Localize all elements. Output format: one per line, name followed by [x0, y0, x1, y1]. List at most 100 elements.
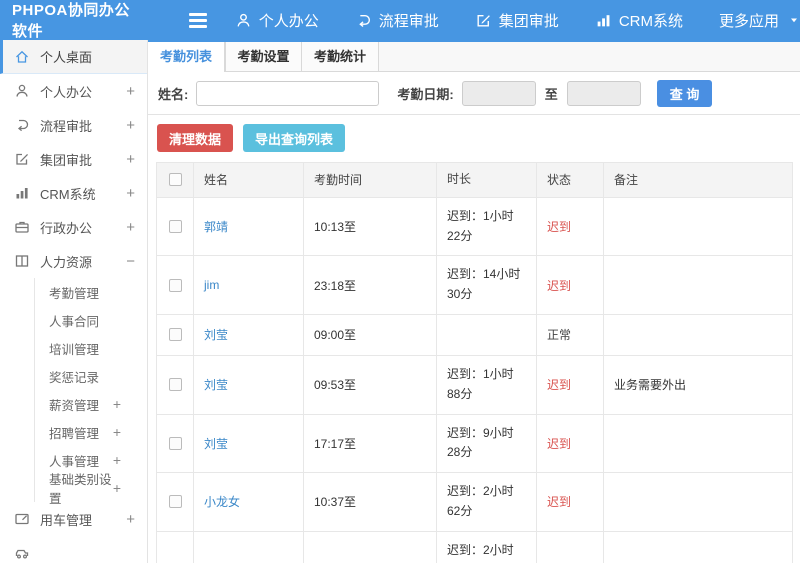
table-row: 刘莹 09:53至 迟到：1小时88分 迟到 业务需要外出 — [157, 355, 793, 415]
topnav-label: 更多应用 — [718, 12, 779, 30]
status-badge: 迟到 — [537, 473, 604, 531]
table-header: 姓名 考勤时间 时长 状态 备注 — [157, 163, 793, 198]
sidebar-item-base-category-settings[interactable]: 基础类别设置 + — [35, 473, 147, 506]
expand-plus-icon[interactable]: + — [113, 452, 121, 468]
duration-cell: 迟到：14小时30分 — [437, 256, 537, 314]
topnav-crm-system[interactable]: CRM系统 — [595, 10, 683, 31]
attendance-date-label: 考勤日期: — [397, 86, 454, 102]
employee-name-link[interactable]: 刘莹 — [204, 326, 228, 343]
tab-attendance-statistics[interactable]: 考勤统计 — [302, 42, 379, 71]
expand-plus-icon[interactable]: + — [126, 151, 135, 168]
tab-attendance-list[interactable]: 考勤列表 — [148, 42, 225, 72]
remark-cell: 业务需要外出 — [604, 355, 793, 414]
export-list-button[interactable]: 导出查询列表 — [243, 124, 346, 152]
expand-plus-icon[interactable]: + — [113, 424, 121, 440]
sidebar-item-personal-desktop[interactable]: 个人桌面 — [0, 40, 147, 74]
sidebar-item-attendance-management[interactable]: 考勤管理 — [35, 278, 147, 306]
briefcase-icon — [14, 219, 31, 235]
person-icon — [235, 12, 252, 29]
chart-icon — [14, 185, 31, 201]
status-badge: 迟到 — [537, 355, 604, 414]
tab-strip: 考勤列表 考勤设置 考勤统计 — [148, 40, 800, 72]
sidebar-item-group-approval[interactable]: 集团审批 + — [0, 142, 147, 176]
sidebar-item-label: 行政办公 — [40, 220, 93, 236]
employee-name-link[interactable]: 小龙女 — [204, 493, 240, 510]
expand-plus-icon[interactable]: + — [113, 480, 121, 496]
topnav-more-apps[interactable]: 更多应用 — [719, 10, 800, 31]
status-badge: 迟到 — [537, 414, 604, 473]
sidebar-item-workflow-approval[interactable]: 流程审批 + — [0, 108, 147, 142]
collapse-minus-icon[interactable]: − — [126, 253, 135, 270]
remark-cell — [604, 197, 793, 256]
car-icon — [14, 545, 31, 561]
sub-item-label: 奖惩记录 — [49, 370, 100, 385]
action-bar: 清理数据 导出查询列表 — [148, 115, 800, 162]
row-checkbox[interactable] — [168, 495, 182, 509]
topnav-label: 流程审批 — [378, 12, 439, 30]
sidebar-item-reward-punishment-records[interactable]: 奖惩记录 — [35, 362, 147, 390]
employee-name-link[interactable]: jim — [204, 278, 219, 292]
sidebar-item-official-document-management[interactable]: 用车管理 + — [0, 502, 147, 536]
row-checkbox[interactable] — [168, 220, 182, 234]
hamburger-icon[interactable] — [188, 12, 207, 28]
top-nav: 个人办公 流程审批 集团审批 CRM系统 更多应用 — [235, 10, 800, 31]
status-badge: 迟到 — [537, 197, 604, 256]
sidebar-item-hr-contracts[interactable]: 人事合同 — [35, 306, 147, 334]
duration-cell: 迟到：1小时88分 — [437, 355, 537, 414]
topnav-label: CRM系统 — [618, 12, 683, 30]
duration-cell: 迟到：9小时28分 — [437, 414, 537, 473]
expand-plus-icon[interactable]: + — [113, 396, 121, 412]
date-to-label: 至 — [544, 86, 558, 102]
sidebar-item-recruitment-management[interactable]: 招聘管理 + — [35, 418, 147, 446]
remark-cell — [604, 414, 793, 473]
clear-data-button[interactable]: 清理数据 — [157, 124, 234, 152]
employee-name-link[interactable]: 刘莹 — [204, 435, 228, 452]
expand-plus-icon[interactable]: + — [126, 117, 135, 134]
select-all-checkbox[interactable] — [168, 173, 182, 187]
row-checkbox[interactable] — [168, 436, 182, 450]
attendance-time: 09:00至 — [304, 314, 437, 355]
name-input[interactable] — [196, 80, 380, 106]
sidebar-item-label: 集团审批 — [40, 152, 93, 168]
tab-attendance-settings[interactable]: 考勤设置 — [225, 42, 302, 71]
expand-plus-icon[interactable]: + — [126, 83, 135, 100]
employee-name-link[interactable]: 郭靖 — [204, 218, 228, 235]
remark-cell: 1111 — [604, 531, 793, 563]
date-from-input[interactable] — [461, 80, 536, 106]
expand-plus-icon[interactable]: + — [126, 511, 135, 528]
sidebar-item-human-resources[interactable]: 人力资源 − — [0, 244, 147, 278]
row-checkbox[interactable] — [168, 278, 182, 292]
sidebar: 个人桌面 个人办公 + 流程审批 + 集团审批 + CRM系统 + 行政办公 +… — [0, 40, 148, 563]
header-duration: 时长 — [437, 163, 537, 197]
remark-cell — [604, 256, 793, 314]
sidebar-item-label: 流程审批 — [40, 118, 93, 134]
employee-name-link[interactable]: 刘莹 — [204, 376, 228, 393]
remark-cell — [604, 314, 793, 355]
sidebar-item-personal-office[interactable]: 个人办公 + — [0, 74, 147, 108]
sidebar-item-crm-system[interactable]: CRM系统 + — [0, 176, 147, 210]
sidebar-subnav-hr: 考勤管理 人事合同 培训管理 奖惩记录 薪资管理 + 招聘管理 + 人事管理 +… — [34, 278, 147, 506]
header-attendance-time: 考勤时间 — [304, 163, 437, 197]
sidebar-item-salary-management[interactable]: 薪资管理 + — [35, 390, 147, 418]
row-checkbox[interactable] — [168, 378, 182, 392]
topnav-workflow-approval[interactable]: 流程审批 — [355, 10, 439, 31]
caret-down-icon — [788, 14, 800, 26]
topnav-label: 集团审批 — [498, 12, 559, 30]
sidebar-item-vehicle-management[interactable] — [0, 536, 147, 563]
date-to-input[interactable] — [566, 80, 641, 106]
status-badge: 迟到 — [537, 256, 604, 314]
query-button[interactable]: 查 询 — [656, 79, 713, 107]
sidebar-item-training-management[interactable]: 培训管理 — [35, 334, 147, 362]
topnav-group-approval[interactable]: 集团审批 — [475, 10, 559, 31]
table-row: 郭靖 10:13至 迟到：1小时22分 迟到 — [157, 197, 793, 257]
expand-plus-icon[interactable]: + — [126, 219, 135, 236]
sub-item-label: 薪资管理 — [49, 398, 100, 413]
topnav-personal-office[interactable]: 个人办公 — [235, 10, 319, 31]
home-icon — [14, 49, 31, 65]
duration-cell: 迟到：1小时22分 — [437, 197, 537, 256]
table-body: 郭靖 10:13至 迟到：1小时22分 迟到 jim 23:18至 迟到：14小… — [157, 197, 793, 563]
sidebar-item-admin-office[interactable]: 行政办公 + — [0, 210, 147, 244]
expand-plus-icon[interactable]: + — [126, 185, 135, 202]
row-checkbox[interactable] — [168, 328, 182, 342]
sub-item-label: 培训管理 — [49, 342, 100, 357]
